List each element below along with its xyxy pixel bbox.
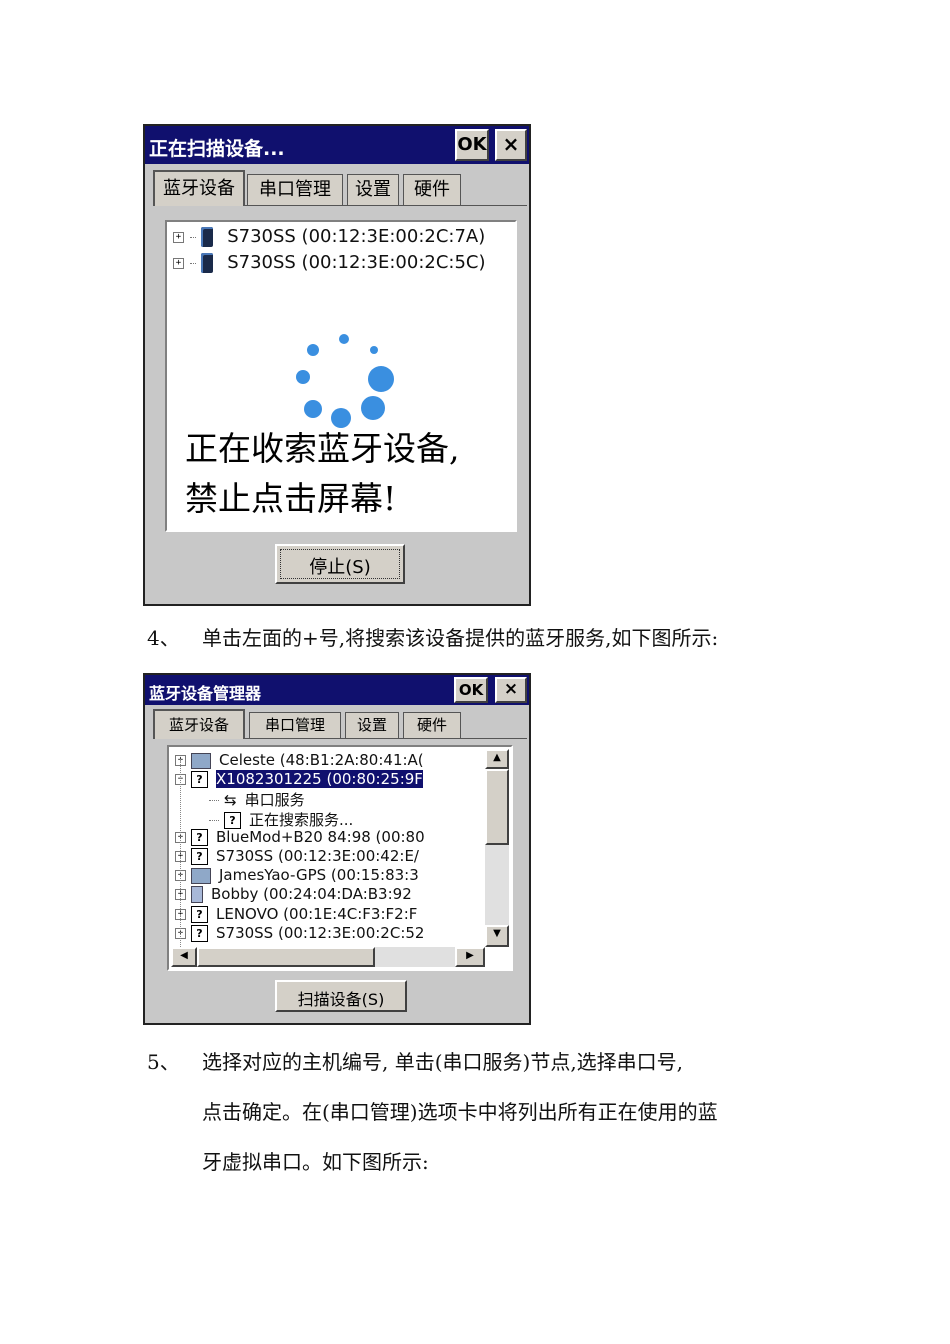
tab-settings[interactable]: 设置	[345, 712, 399, 739]
step4-text: 单击左面的+号,将搜索该设备提供的蓝牙服务,如下图所示:	[202, 626, 719, 650]
pda-icon	[191, 886, 203, 904]
tree-row-device[interactable]: + JamesYao-GPS (00:15:83:3	[175, 866, 419, 884]
tree-connector	[189, 236, 196, 238]
tab-divider	[245, 738, 527, 739]
vertical-scrollbar[interactable]: ▲ ▼	[485, 749, 509, 947]
tree-row-device[interactable]: + Celeste (48:B1:2A:80:41:A(	[175, 751, 424, 769]
device-label: S730SS (00:12:3E:00:2C:7A)	[227, 226, 486, 247]
spinner-dot	[307, 344, 319, 356]
step5-line2: 点击确定。在(串口管理)选项卡中将列出所有正在使用的蓝	[202, 1100, 718, 1124]
stop-button[interactable]: 停止(S)	[275, 544, 405, 584]
tab-serial-management[interactable]: 串口管理	[247, 174, 343, 206]
dialog-title: 正在扫描设备...	[149, 138, 285, 160]
device-label: S730SS (00:12:3E:00:2C:5C)	[227, 252, 486, 273]
spinner-dot	[368, 366, 394, 392]
device-label: LENOVO (00:1E:4C:F3:F2:F	[216, 904, 418, 923]
unknown-device-icon: ?	[191, 771, 208, 789]
device-label: S730SS (00:12:3E:00:2C:52	[216, 923, 425, 942]
tree-row-service[interactable]: ? 正在搜索服务...	[209, 809, 353, 830]
scroll-down-icon[interactable]: ▼	[485, 925, 509, 947]
hscroll-thumb[interactable]	[197, 947, 375, 967]
expand-icon[interactable]: +	[173, 231, 184, 243]
unknown-device-icon: ?	[191, 924, 208, 942]
unknown-device-icon: ?	[191, 828, 208, 846]
computer-icon	[191, 752, 211, 769]
stop-button-label: 停止(S)	[309, 557, 371, 578]
scanning-dialog: 正在扫描设备... OK × 蓝牙设备 串口管理 设置 硬件 + S730SS …	[143, 124, 531, 606]
tree-row-device[interactable]: +? S730SS (00:12:3E:00:2C:52	[175, 924, 424, 942]
spinner-dot	[339, 334, 349, 344]
tree-row-device[interactable]: +? LENOVO (00:1E:4C:F3:F2:F	[175, 905, 417, 923]
device-tree-panel: + S730SS (00:12:3E:00:2C:7A) + S730SS (0…	[165, 220, 517, 532]
scan-devices-button[interactable]: 扫描设备(S)	[275, 980, 407, 1012]
tab-serial-management[interactable]: 串口管理	[249, 712, 341, 739]
tree-connector	[209, 800, 219, 802]
tab-settings[interactable]: 设置	[347, 174, 399, 206]
device-label: BlueMod+B20 84:98 (00:80	[216, 827, 425, 846]
spinner-dot	[361, 396, 385, 420]
close-button[interactable]: ×	[495, 129, 527, 161]
unknown-device-icon: ?	[191, 848, 208, 865]
horizontal-scrollbar[interactable]: ◀ ▶	[171, 947, 485, 967]
device-label: Celeste (48:B1:2A:80:41:A(	[219, 751, 424, 769]
scroll-right-icon[interactable]: ▶	[455, 947, 485, 967]
step4-number: 4、	[147, 626, 180, 650]
device-label: X1082301225 (00:80:25:9F	[216, 770, 423, 789]
tree-row-device[interactable]: +? BlueMod+B20 84:98 (00:80	[175, 828, 425, 846]
close-button[interactable]: ×	[495, 677, 527, 703]
tab-divider	[245, 205, 527, 206]
service-label: 正在搜索服务...	[249, 810, 354, 829]
computer-icon	[191, 867, 211, 884]
step5-number: 5、	[147, 1050, 180, 1074]
spinner-dot	[370, 346, 378, 354]
serial-port-icon: ⇆	[224, 791, 237, 810]
phone-icon	[201, 253, 214, 273]
tree-row-device[interactable]: + S730SS (00:12:3E:00:2C:5C)	[173, 252, 486, 273]
scan-warning-line2: 禁止点击屏幕!	[185, 479, 397, 518]
expand-icon[interactable]: +	[173, 257, 184, 269]
spinner-dot	[304, 400, 322, 418]
ok-button[interactable]: OK	[454, 677, 488, 703]
tree-connector	[189, 262, 196, 264]
scan-button-label: 扫描设备(S)	[297, 990, 385, 1009]
tab-bluetooth-devices[interactable]: 蓝牙设备	[153, 170, 245, 206]
tree-row-device[interactable]: + Bobby (00:24:04:DA:B3:92	[175, 885, 412, 904]
device-tree-panel: + Celeste (48:B1:2A:80:41:A(−? X1082301225…	[167, 745, 513, 971]
tree-connector	[209, 819, 219, 821]
spinner-dot	[296, 370, 310, 384]
tab-hardware[interactable]: 硬件	[403, 712, 461, 739]
scan-warning-line1: 正在收索蓝牙设备,	[185, 429, 460, 468]
dialog-titlebar: 正在扫描设备... OK ×	[145, 126, 529, 164]
tree-row-service[interactable]: ⇆ 串口服务	[209, 789, 305, 810]
scroll-left-icon[interactable]: ◀	[171, 947, 197, 967]
tree-row-device[interactable]: + S730SS (00:12:3E:00:2C:7A)	[173, 226, 485, 247]
device-label: Bobby (00:24:04:DA:B3:92	[211, 885, 412, 904]
device-label: JamesYao-GPS (00:15:83:3	[219, 866, 419, 885]
step5-line1: 选择对应的主机编号, 单击(串口服务)节点,选择串口号,	[202, 1050, 684, 1074]
unknown-device-icon: ?	[224, 811, 241, 829]
ok-button[interactable]: OK	[455, 129, 489, 161]
tab-bluetooth-devices[interactable]: 蓝牙设备	[153, 709, 245, 739]
dialog-titlebar: 蓝牙设备管理器 OK ×	[145, 675, 529, 705]
bluetooth-manager-dialog: 蓝牙设备管理器 OK × 蓝牙设备 串口管理 设置 硬件 + Celeste (4…	[143, 673, 531, 1025]
tree-connector	[180, 759, 181, 959]
tab-hardware[interactable]: 硬件	[403, 174, 461, 206]
scroll-thumb[interactable]	[485, 769, 509, 845]
unknown-device-icon: ?	[191, 905, 208, 923]
scroll-up-icon[interactable]: ▲	[485, 749, 509, 769]
dialog-title: 蓝牙设备管理器	[149, 684, 262, 703]
device-label: S730SS (00:12:3E:00:42:E/	[216, 847, 419, 865]
tree-row-device[interactable]: +? S730SS (00:12:3E:00:42:E/	[175, 847, 419, 865]
service-label: 串口服务	[244, 791, 305, 810]
step5-line3: 牙虚拟串口。如下图所示:	[202, 1150, 429, 1174]
phone-icon	[201, 227, 214, 247]
tree-row-device[interactable]: −? X1082301225 (00:80:25:9F	[175, 770, 423, 789]
